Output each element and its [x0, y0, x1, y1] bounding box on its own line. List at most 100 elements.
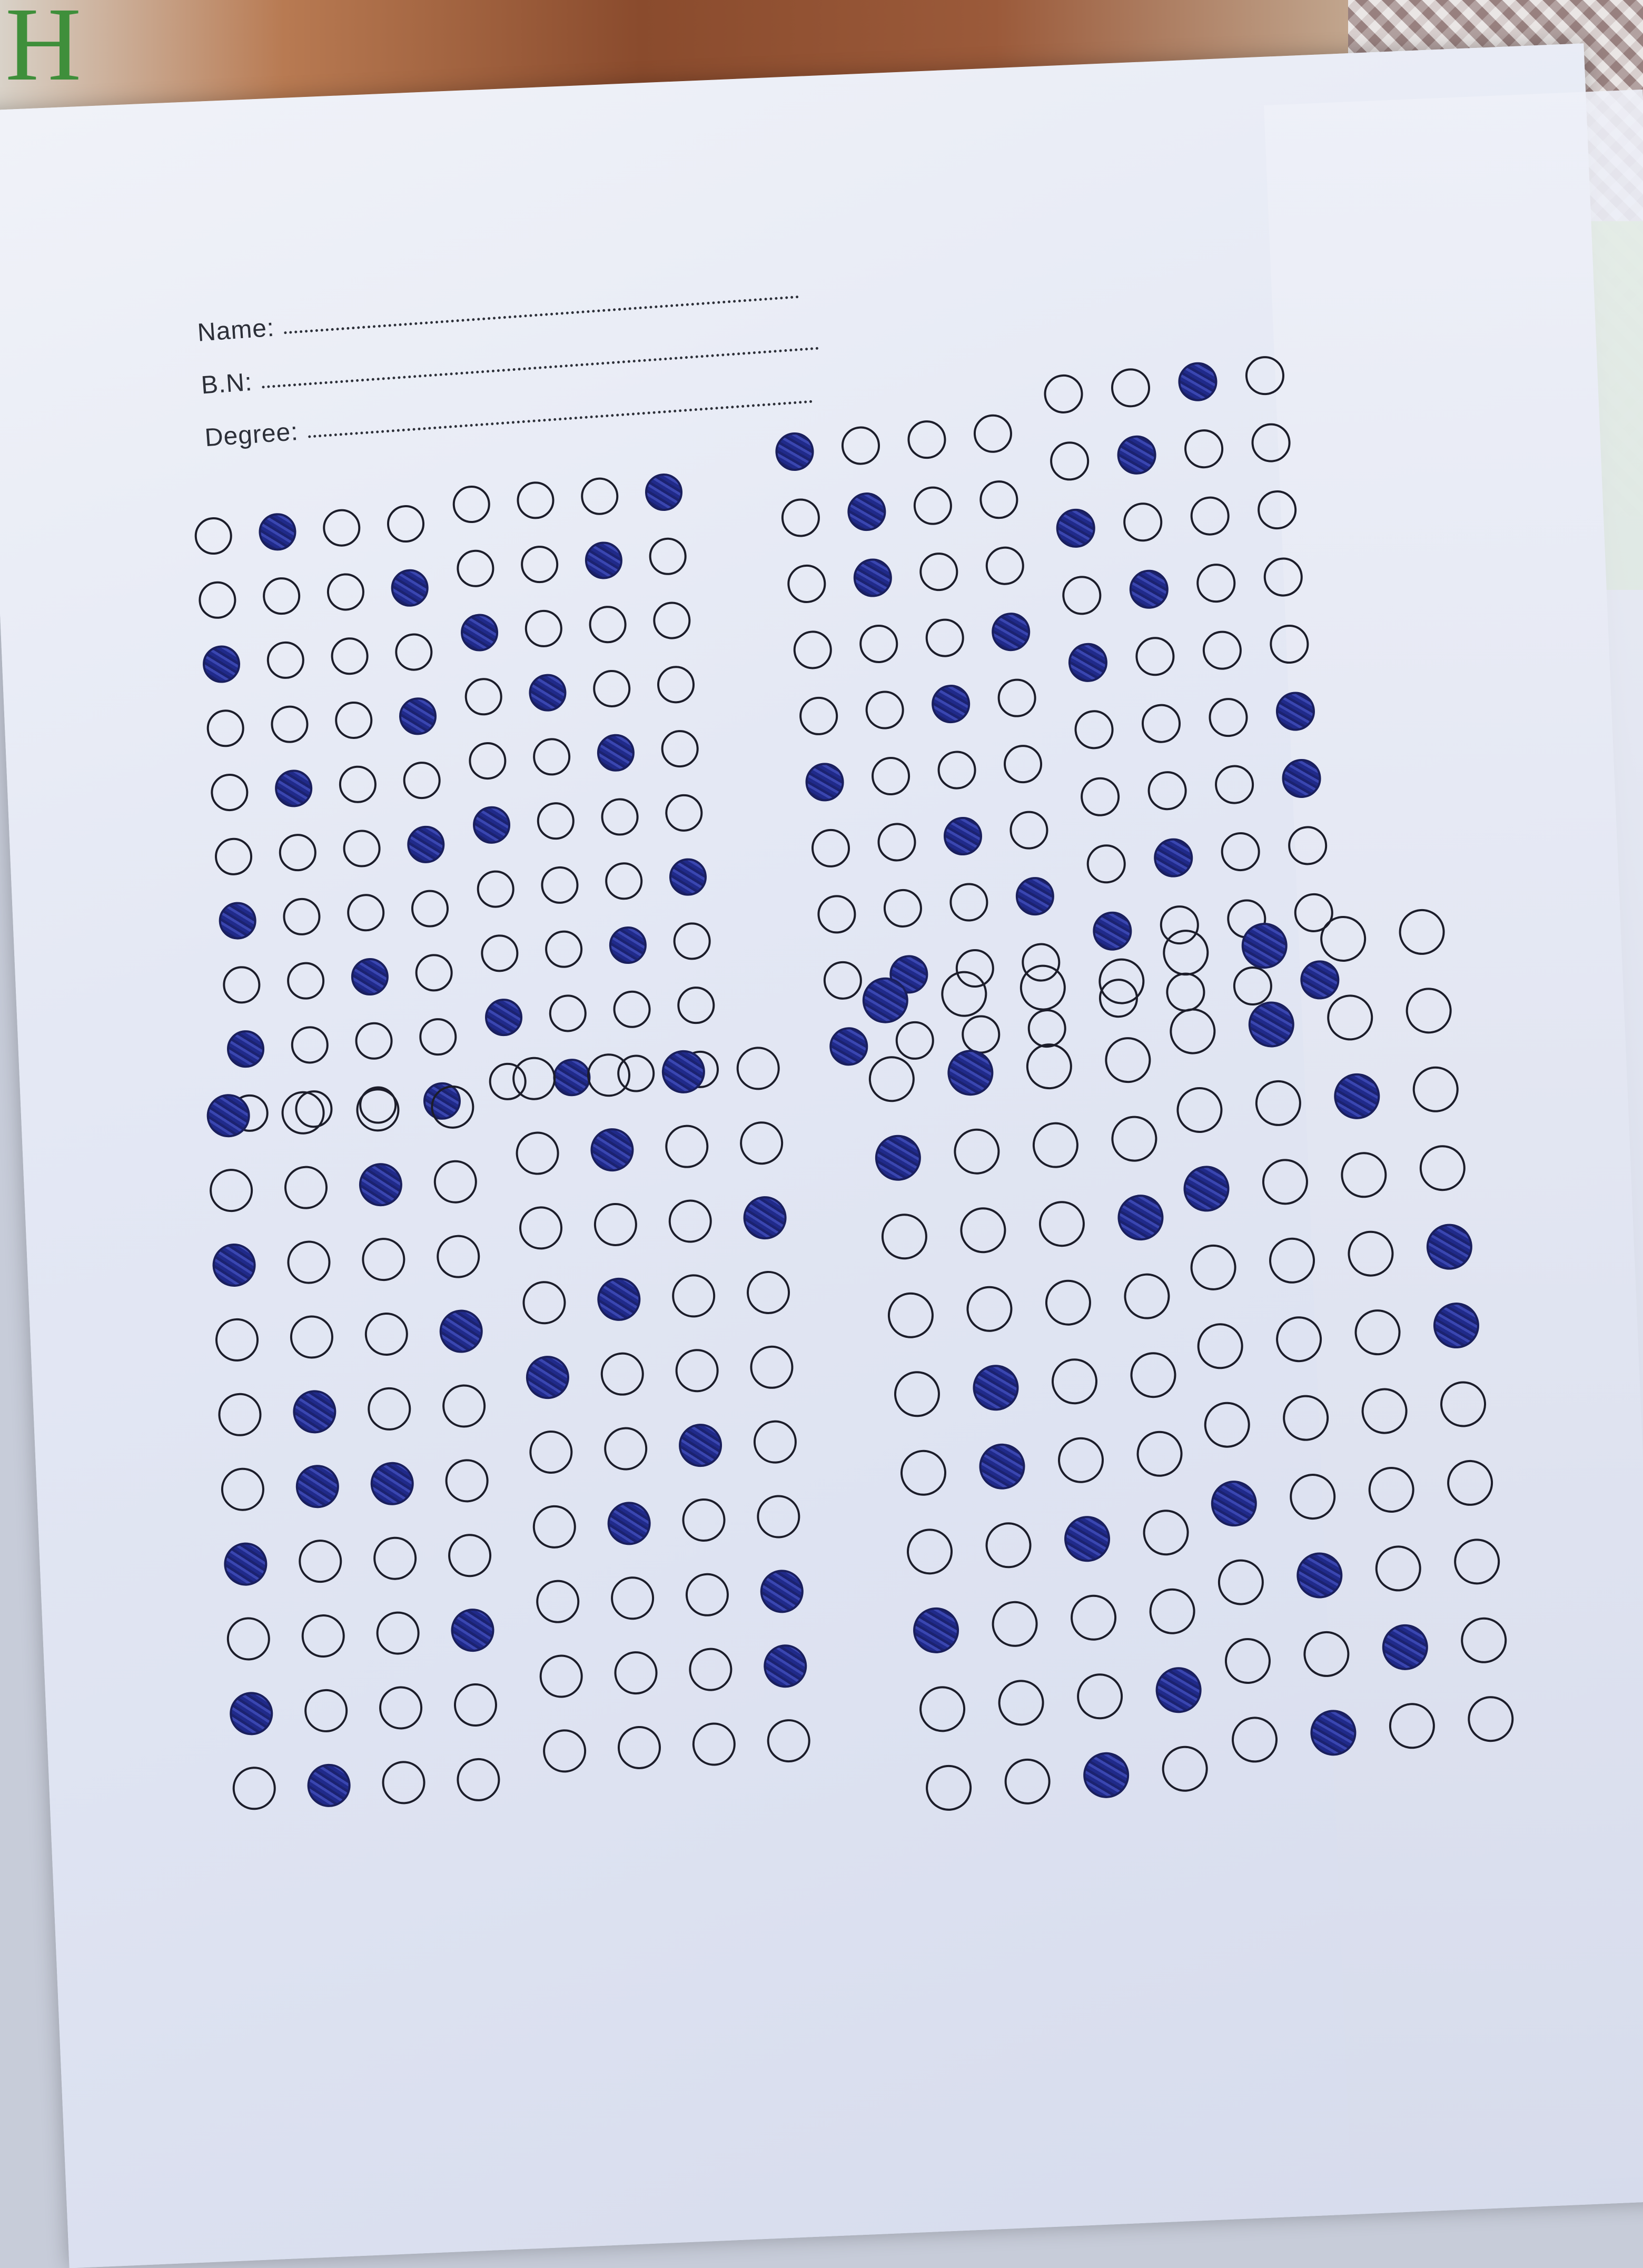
empty-answer-bubble[interactable] — [664, 1123, 710, 1169]
empty-answer-bubble[interactable] — [664, 793, 704, 833]
empty-answer-bubble[interactable] — [1215, 1557, 1265, 1607]
empty-answer-bubble[interactable] — [353, 1021, 394, 1061]
empty-answer-bubble[interactable] — [1195, 1321, 1245, 1371]
filled-answer-bubble[interactable] — [257, 511, 298, 552]
empty-answer-bubble[interactable] — [1229, 1714, 1280, 1764]
empty-answer-bubble[interactable] — [898, 1447, 948, 1497]
filled-answer-bubble[interactable] — [370, 1461, 415, 1506]
empty-answer-bubble[interactable] — [1002, 1757, 1052, 1806]
empty-answer-bubble[interactable] — [321, 508, 361, 548]
empty-answer-bubble[interactable] — [456, 1757, 501, 1802]
filled-answer-bubble[interactable] — [873, 1132, 923, 1182]
empty-answer-bubble[interactable] — [935, 748, 978, 791]
filled-answer-bubble[interactable] — [1153, 1665, 1203, 1715]
empty-answer-bubble[interactable] — [866, 1054, 916, 1104]
filled-answer-bubble[interactable] — [1308, 1708, 1358, 1758]
empty-answer-bubble[interactable] — [1109, 367, 1152, 409]
empty-answer-bubble[interactable] — [1031, 1120, 1080, 1170]
empty-answer-bubble[interactable] — [972, 412, 1014, 455]
filled-answer-bubble[interactable] — [405, 824, 446, 864]
filled-answer-bubble[interactable] — [225, 1029, 265, 1069]
empty-answer-bubble[interactable] — [542, 1728, 587, 1774]
filled-answer-bubble[interactable] — [1115, 1192, 1165, 1243]
empty-answer-bubble[interactable] — [514, 1130, 560, 1176]
empty-answer-bubble[interactable] — [455, 548, 496, 588]
empty-answer-bubble[interactable] — [220, 1467, 265, 1512]
empty-answer-bubble[interactable] — [1182, 428, 1225, 470]
empty-answer-bubble[interactable] — [355, 1087, 401, 1132]
empty-answer-bubble[interactable] — [372, 1536, 418, 1581]
empty-answer-bubble[interactable] — [610, 1575, 655, 1621]
empty-answer-bubble[interactable] — [766, 1718, 811, 1763]
empty-answer-bubble[interactable] — [659, 728, 700, 768]
empty-answer-bubble[interactable] — [785, 563, 827, 605]
empty-answer-bubble[interactable] — [413, 952, 454, 993]
filled-answer-bubble[interactable] — [398, 696, 438, 736]
empty-answer-bubble[interactable] — [290, 1024, 330, 1065]
empty-answer-bubble[interactable] — [1056, 1435, 1105, 1485]
filled-answer-bubble[interactable] — [596, 1277, 642, 1322]
empty-answer-bubble[interactable] — [444, 1458, 490, 1503]
empty-answer-bubble[interactable] — [674, 1348, 720, 1394]
empty-answer-bubble[interactable] — [688, 1646, 734, 1692]
empty-answer-bubble[interactable] — [531, 1504, 577, 1550]
empty-answer-bubble[interactable] — [281, 1090, 326, 1136]
empty-answer-bubble[interactable] — [587, 604, 628, 644]
filled-answer-bubble[interactable] — [911, 1605, 961, 1655]
empty-answer-bubble[interactable] — [232, 1766, 277, 1811]
empty-answer-bubble[interactable] — [1174, 1084, 1224, 1135]
empty-answer-bubble[interactable] — [756, 1494, 801, 1540]
empty-answer-bubble[interactable] — [381, 1760, 427, 1805]
empty-answer-bubble[interactable] — [691, 1721, 737, 1767]
empty-answer-bubble[interactable] — [1301, 1629, 1351, 1679]
filled-answer-bubble[interactable] — [439, 1309, 484, 1354]
empty-answer-bubble[interactable] — [579, 476, 619, 516]
empty-answer-bubble[interactable] — [1403, 985, 1453, 1036]
empty-answer-bubble[interactable] — [1466, 1694, 1516, 1744]
filled-answer-bubble[interactable] — [206, 1093, 251, 1138]
empty-answer-bubble[interactable] — [1167, 1006, 1218, 1056]
empty-answer-bubble[interactable] — [361, 1237, 406, 1282]
empty-answer-bubble[interactable] — [1345, 1228, 1395, 1278]
empty-answer-bubble[interactable] — [1262, 556, 1304, 598]
empty-answer-bubble[interactable] — [869, 755, 912, 797]
filled-answer-bubble[interactable] — [1280, 757, 1323, 800]
empty-answer-bubble[interactable] — [977, 478, 1020, 520]
empty-answer-bubble[interactable] — [213, 836, 253, 876]
empty-answer-bubble[interactable] — [1260, 1157, 1310, 1207]
filled-answer-bubble[interactable] — [852, 556, 894, 599]
empty-answer-bubble[interactable] — [1103, 1035, 1153, 1085]
empty-answer-bubble[interactable] — [791, 628, 834, 671]
empty-answer-bubble[interactable] — [1134, 635, 1176, 678]
empty-answer-bubble[interactable] — [430, 1084, 475, 1130]
empty-answer-bubble[interactable] — [886, 1290, 935, 1340]
empty-answer-bubble[interactable] — [599, 1351, 645, 1397]
empty-answer-bubble[interactable] — [924, 1763, 973, 1812]
empty-answer-bubble[interactable] — [1373, 1543, 1423, 1593]
empty-answer-bubble[interactable] — [1417, 1143, 1467, 1193]
empty-answer-bubble[interactable] — [463, 676, 503, 716]
empty-answer-bubble[interactable] — [917, 550, 959, 593]
empty-answer-bubble[interactable] — [839, 424, 882, 467]
filled-answer-bubble[interactable] — [860, 975, 910, 1025]
empty-answer-bubble[interactable] — [436, 1234, 481, 1279]
empty-answer-bubble[interactable] — [325, 571, 365, 612]
empty-answer-bubble[interactable] — [289, 1314, 334, 1360]
filled-answer-bubble[interactable] — [201, 644, 241, 684]
filled-answer-bubble[interactable] — [929, 683, 972, 725]
empty-answer-bubble[interactable] — [995, 677, 1038, 719]
empty-answer-bubble[interactable] — [1219, 830, 1262, 873]
empty-answer-bubble[interactable] — [1160, 1743, 1210, 1793]
filled-answer-bubble[interactable] — [1332, 1071, 1382, 1121]
empty-answer-bubble[interactable] — [278, 832, 318, 872]
empty-answer-bubble[interactable] — [214, 1317, 260, 1363]
empty-answer-bubble[interactable] — [863, 688, 906, 731]
empty-answer-bubble[interactable] — [303, 1688, 349, 1733]
filled-answer-bubble[interactable] — [1424, 1221, 1474, 1271]
empty-answer-bubble[interactable] — [1397, 906, 1447, 957]
empty-answer-bubble[interactable] — [1061, 574, 1103, 617]
empty-answer-bubble[interactable] — [739, 1120, 784, 1166]
filled-answer-bubble[interactable] — [1380, 1622, 1430, 1672]
empty-answer-bubble[interactable] — [882, 887, 924, 929]
filled-answer-bubble[interactable] — [763, 1643, 808, 1689]
